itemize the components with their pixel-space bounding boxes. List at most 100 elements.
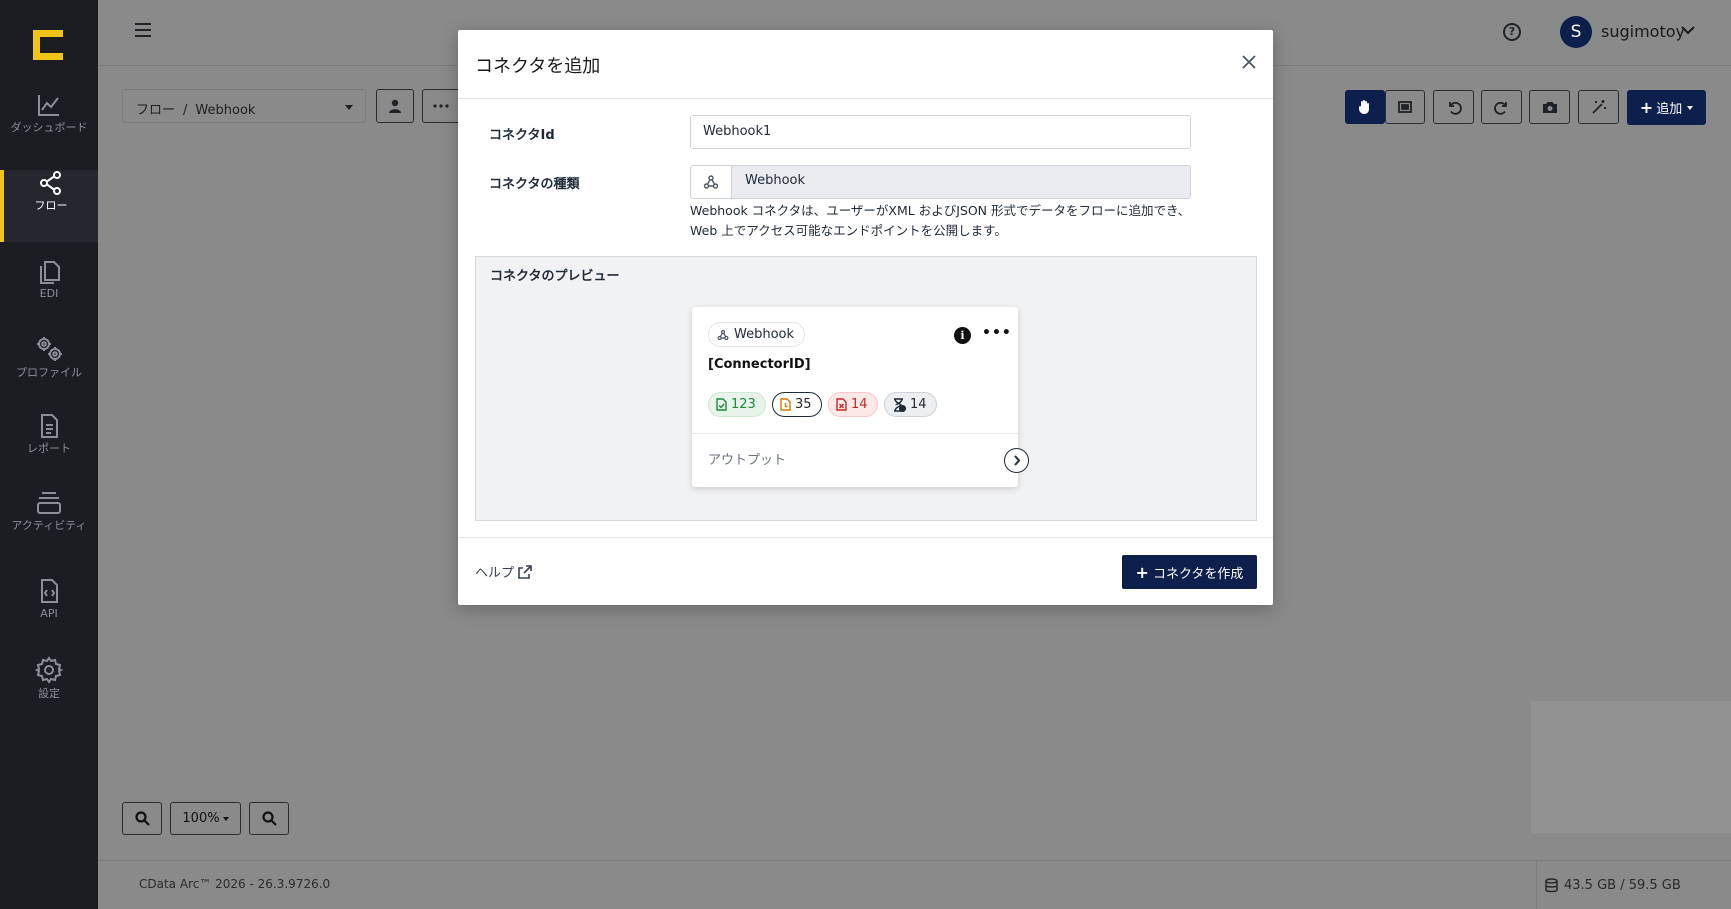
file-error-icon (836, 398, 847, 411)
plus-icon: + (1135, 562, 1149, 582)
more-icon[interactable]: ••• (982, 325, 1012, 341)
breadcrumb-root[interactable]: フロー (136, 103, 175, 118)
gears-icon (37, 337, 62, 361)
connector-type-value: Webhook (745, 173, 806, 188)
modal-title: コネクタを追加 (475, 56, 601, 77)
sidebar-item-flow[interactable]: フロー (0, 170, 98, 242)
add-button-label: 追加 (1656, 102, 1683, 117)
caret-down-icon (222, 816, 229, 821)
zoom-out-icon (261, 811, 277, 826)
sidebar-item-label: レポート (27, 442, 71, 455)
info-icon[interactable]: i (954, 327, 971, 344)
success-count: 123 (731, 397, 756, 412)
sidebar-item-label: 設定 (38, 687, 60, 700)
more-options-button[interactable] (422, 89, 460, 123)
sidebar-item-dashboard[interactable]: ダッシュボード (0, 92, 98, 164)
hand-icon (1359, 100, 1369, 114)
file-pending-icon (780, 398, 791, 411)
create-button-label: コネクタを作成 (1152, 566, 1244, 582)
sidebar-item-label: アクティビティ (11, 519, 87, 532)
username[interactable]: sugimotoy (1601, 22, 1685, 41)
create-connector-button[interactable]: + コネクタを作成 (1122, 555, 1257, 589)
type-icon-box (691, 166, 732, 198)
zoom-in-icon (134, 811, 150, 826)
connector-type-label: コネクタの種類 (489, 177, 580, 192)
output-port-icon[interactable] (1004, 448, 1029, 473)
sidebar-item-report[interactable]: レポート (0, 413, 98, 485)
database-icon (1545, 878, 1558, 893)
file-check-icon (716, 398, 727, 411)
undo-icon (1448, 101, 1462, 115)
version-text: CData Arc™ 2026 - 26.3.9726.0 (139, 877, 331, 891)
avatar[interactable]: S (1560, 16, 1592, 48)
settings-icon (35, 656, 63, 684)
breadcrumb-dropdown[interactable]: フロー / Webhook (122, 89, 366, 123)
connector-preview: コネクタのプレビュー Webhook i ••• [ConnectorID] 1… (475, 256, 1257, 521)
help-link[interactable]: ヘルプ (475, 562, 532, 581)
error-count: 14 (851, 397, 868, 412)
success-count-badge: 123 (708, 392, 766, 417)
caret-down-icon (345, 105, 353, 110)
activity-icon (37, 492, 61, 514)
error-count-badge: 14 (828, 392, 878, 417)
connector-id-input[interactable]: Webhook1 (690, 115, 1191, 149)
minimap[interactable] (1531, 701, 1731, 833)
webhook-icon (703, 175, 719, 189)
card-connector-id: [ConnectorID] (708, 357, 811, 372)
cdata-logo (33, 30, 63, 60)
sidebar-item-settings[interactable]: 設定 (0, 656, 98, 728)
screenshot-button[interactable] (1529, 90, 1570, 124)
zoom-out-button[interactable] (249, 802, 289, 835)
pending-count-badge: 35 (772, 392, 822, 417)
connector-id-label: コネクタId (489, 128, 555, 143)
sidebar-item-label: EDI (39, 287, 59, 300)
pan-tool-button[interactable] (1345, 90, 1385, 124)
skipped-count: 14 (910, 397, 927, 412)
external-link-icon (518, 564, 532, 579)
ellipsis-icon (433, 104, 449, 108)
add-button[interactable]: + 追加 (1627, 90, 1706, 125)
modal-header: コネクタを追加 (458, 30, 1273, 99)
undo-button[interactable] (1433, 90, 1474, 124)
storage-text: 43.5 GB / 59.5 GB (1564, 878, 1681, 893)
sidebar-item-edi[interactable]: EDI (0, 258, 98, 330)
breadcrumb-current: Webhook (195, 103, 256, 118)
zoom-level-dropdown[interactable]: 100% (170, 802, 241, 835)
sidebar-item-profile[interactable]: プロファイル (0, 335, 98, 407)
sidebar-item-api[interactable]: API (0, 578, 98, 650)
connector-type-badge: Webhook (708, 322, 806, 347)
help-icon[interactable]: ? (1503, 23, 1521, 41)
select-tool-button[interactable] (1385, 90, 1425, 124)
storage-indicator: 43.5 GB / 59.5 GB (1536, 861, 1731, 909)
selection-box-icon (1398, 101, 1412, 113)
sidebar-item-label: プロファイル (16, 366, 82, 379)
hourglass-icon (894, 397, 906, 412)
redo-button[interactable] (1481, 90, 1522, 124)
badge-label: Webhook (734, 327, 795, 342)
chart-line-icon (38, 95, 59, 116)
redo-icon (1493, 101, 1507, 115)
preview-label: コネクタのプレビュー (490, 269, 620, 284)
connector-card: Webhook i ••• [ConnectorID] 123 35 14 14… (692, 307, 1029, 487)
auto-layout-button[interactable] (1578, 90, 1619, 124)
help-link-label: ヘルプ (475, 566, 515, 581)
zoom-level-value: 100% (182, 811, 220, 826)
share-nodes-icon (40, 171, 61, 195)
hamburger-menu-icon[interactable] (134, 22, 152, 38)
add-connector-modal: コネクタを追加 コネクタId Webhook1 コネクタの種類 Webhook … (458, 30, 1273, 605)
breadcrumb-separator: / (183, 103, 188, 118)
chevron-down-icon[interactable] (1681, 26, 1695, 35)
sidebar-item-label: フロー (34, 199, 68, 212)
connector-description: Webhook コネクタは、ユーザーがXML およびJSON 形式でデータをフロ… (690, 203, 1191, 238)
sidebar-item-activity[interactable]: アクティビティ (0, 490, 98, 562)
user-icon (389, 99, 401, 113)
user-button[interactable] (376, 89, 414, 123)
chevron-right-icon (1013, 455, 1020, 466)
card-divider (692, 433, 1018, 434)
magic-wand-icon (1591, 100, 1606, 114)
pending-count: 35 (795, 397, 812, 412)
camera-icon (1542, 102, 1557, 113)
close-icon[interactable] (1241, 54, 1257, 70)
zoom-in-button[interactable] (122, 802, 162, 835)
api-file-icon (41, 579, 58, 603)
